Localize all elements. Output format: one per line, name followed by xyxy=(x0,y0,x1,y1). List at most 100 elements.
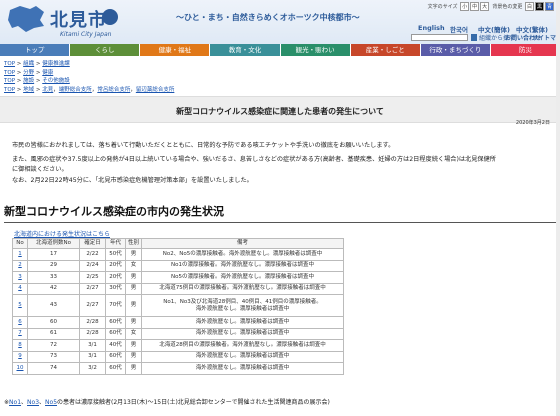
note-line: 海外渡航歴なし。濃厚接触者は調査中 xyxy=(195,353,290,360)
search-input[interactable] xyxy=(411,34,468,41)
case-number-link[interactable]: 6 xyxy=(12,316,28,329)
nav-disaster-prevention[interactable]: 防災 xyxy=(490,44,560,56)
breadcrumb: TOP > 地域 > 北見，端野総合支所，常呂総合支所，留辺蘂総合支所 xyxy=(4,85,174,93)
note-line: 北海道28例目の濃厚接触者。海外渡航歴なし。濃厚接触者は調査中 xyxy=(159,341,326,348)
table-row: 4 42 2/27 30代男 北海道75例目の濃厚接触者。海外渡航歴なし。濃厚接触者は調… xyxy=(12,282,344,295)
nav-tourism[interactable]: 観光・賑わい xyxy=(280,44,351,56)
breadcrumb-link[interactable]: 端野総合支所 xyxy=(59,87,92,93)
nav-health-welfare[interactable]: 健康・福祉 xyxy=(140,44,211,56)
age-group: 70代 xyxy=(105,294,126,317)
case-number-link[interactable]: 8 xyxy=(12,339,28,352)
case-number-link[interactable]: 10 xyxy=(12,362,28,375)
page-title: 新型コロナウイルス感染症に関連した患者の発生について xyxy=(176,107,384,116)
breadcrumb-link[interactable]: 健康推進課 xyxy=(42,61,70,67)
note-line: 海外渡航歴なし。濃厚接触者は調査中 xyxy=(195,318,290,325)
case-number-link[interactable]: 5 xyxy=(12,294,28,317)
hokkaido-case-number: 29 xyxy=(27,259,80,272)
footnote: ※No1、No3、No5の患者は濃厚接触者(2月13日(木)〜15日(土)北見総… xyxy=(4,399,330,406)
breadcrumb-top-link[interactable]: TOP xyxy=(4,87,15,93)
lang-korean[interactable]: 한국어 xyxy=(450,24,468,34)
breadcrumb-link[interactable]: 分野 xyxy=(23,70,34,76)
case-number-link[interactable]: 2 xyxy=(12,259,28,272)
table-row: 7 61 2/28 60代女 海外渡航歴なし。濃厚接触者は調査中 xyxy=(12,327,344,340)
nav-top[interactable]: トップ xyxy=(0,44,71,56)
confirmed-date: 2/28 xyxy=(79,327,106,340)
font-size-large-button[interactable]: 大 xyxy=(480,2,490,11)
sex: 男 xyxy=(125,282,142,295)
table-header-row: No 北海道例数No 確定日 年代 性別 備考 xyxy=(12,238,344,249)
sex: 男 xyxy=(125,350,142,363)
note: 北海道75例目の濃厚接触者。海外渡航歴なし。濃厚接触者は調査中 xyxy=(141,282,344,295)
hokkaido-case-number: 72 xyxy=(27,339,80,352)
confirmed-date: 2/24 xyxy=(79,259,106,272)
confirmed-date: 2/25 xyxy=(79,271,106,284)
breadcrumb: TOP > 施設 > その他施設 xyxy=(4,76,70,84)
hokkaido-map-icon xyxy=(8,6,44,32)
scrollbar[interactable] xyxy=(556,0,560,416)
font-size-small-button[interactable]: 小 xyxy=(460,2,470,11)
note: 海外渡航歴なし。濃厚接触者は調査中 xyxy=(141,316,344,329)
breadcrumb-top-link[interactable]: TOP xyxy=(4,70,15,76)
confirmed-date: 3/1 xyxy=(79,339,106,352)
paragraph-1: 市民の皆様におかれましては、落ち着いて行動いただくとともに、日常的な予防である咳… xyxy=(12,142,395,149)
breadcrumb-link[interactable]: 常呂総合支所 xyxy=(97,87,130,93)
lang-english[interactable]: English xyxy=(418,24,445,32)
age-group: 20代 xyxy=(105,259,126,272)
nav-education-culture[interactable]: 教育・文化 xyxy=(210,44,281,56)
table-row: 5 43 2/27 70代男 No1、No3及び北海道28例目、40例目、41例目の濃厚… xyxy=(12,294,344,317)
bg-white-button[interactable]: 白 xyxy=(524,2,534,11)
hokkaido-status-link[interactable]: 北海道内における発生状況はこちら xyxy=(14,229,110,238)
table-row: 9 73 3/1 60代男 海外渡航歴なし。濃厚接触者は調査中 xyxy=(12,350,344,363)
breadcrumb-link[interactable]: その他施設 xyxy=(42,78,70,84)
age-group: 50代 xyxy=(105,248,126,261)
note: No1、No3及び北海道28例目、40例目、41例目の濃厚接触者。 海外渡航歴なし… xyxy=(141,294,344,317)
note-line: 北海道75例目の濃厚接触者。海外渡航歴なし。濃厚接触者は調査中 xyxy=(159,285,326,292)
col-hokkaido-case: 北海道例数No xyxy=(27,238,80,249)
hokkaido-case-number: 17 xyxy=(27,248,80,261)
hokkaido-case-number: 73 xyxy=(27,350,80,363)
note-line: No1の濃厚接触者。海外渡航歴なし。濃厚接触者は調査中 xyxy=(171,262,314,269)
breadcrumb-top-link[interactable]: TOP xyxy=(4,78,15,84)
footnote-link-no1[interactable]: No1 xyxy=(9,399,21,406)
sex: 女 xyxy=(125,327,142,340)
sex: 男 xyxy=(125,362,142,375)
confirmed-date: 3/2 xyxy=(79,362,106,375)
breadcrumb: TOP > 組織 > 健康推進課 xyxy=(4,59,70,67)
bg-blue-button[interactable]: 青 xyxy=(544,2,554,11)
paragraph-2: また、風邪の症状や37.5度以上の発熱が4日以上続いている場合や、強いだるさ、息… xyxy=(12,156,496,163)
col-sex: 性別 xyxy=(125,238,142,249)
note-line: 海外渡航歴なし。濃厚接触者は調査中 xyxy=(195,364,290,371)
age-group: 60代 xyxy=(105,316,126,329)
footnote-link-no5[interactable]: No5 xyxy=(45,399,57,406)
breadcrumb-link[interactable]: 健康 xyxy=(42,70,53,76)
case-number-link[interactable]: 4 xyxy=(12,282,28,295)
breadcrumb-separator: > xyxy=(15,61,24,67)
breadcrumb-link[interactable]: 留辺蘂総合支所 xyxy=(136,87,175,93)
table-row: 10 74 3/2 60代男 海外渡航歴なし。濃厚接触者は調査中 xyxy=(12,362,344,375)
note-line: 海外渡航歴なし。濃厚接触者は調査中 xyxy=(195,305,290,312)
breadcrumb-link[interactable]: 組織 xyxy=(23,61,34,67)
breadcrumb-top-link[interactable]: TOP xyxy=(4,61,15,67)
note-line: No2、No5の濃厚接触者。海外渡航歴なし。濃厚接触者は調査中 xyxy=(162,250,323,257)
search-button[interactable] xyxy=(471,34,477,41)
nav-living[interactable]: くらし xyxy=(70,44,141,56)
nav-industry-work[interactable]: 産業・しごと xyxy=(350,44,421,56)
bg-black-button[interactable]: 黒 xyxy=(534,2,544,11)
hokkaido-case-number: 33 xyxy=(27,271,80,284)
logo-text[interactable]: 北見市 xyxy=(50,6,107,32)
case-number-link[interactable]: 7 xyxy=(12,327,28,340)
nav-administration[interactable]: 行政・まちづくり xyxy=(420,44,491,56)
city-emblem-icon xyxy=(102,9,118,25)
breadcrumb-link[interactable]: 地域 xyxy=(23,87,34,93)
sex: 男 xyxy=(125,248,142,261)
case-number-link[interactable]: 1 xyxy=(12,248,28,261)
case-number-link[interactable]: 9 xyxy=(12,350,28,363)
font-size-medium-button[interactable]: 中 xyxy=(470,2,480,11)
age-group: 60代 xyxy=(105,327,126,340)
breadcrumb-link[interactable]: 施設 xyxy=(23,78,34,84)
case-number-link[interactable]: 3 xyxy=(12,271,28,284)
breadcrumb-link[interactable]: 北見 xyxy=(42,87,53,93)
sex: 男 xyxy=(125,271,142,284)
age-group: 60代 xyxy=(105,350,126,363)
footnote-link-no3[interactable]: No3 xyxy=(27,399,39,406)
